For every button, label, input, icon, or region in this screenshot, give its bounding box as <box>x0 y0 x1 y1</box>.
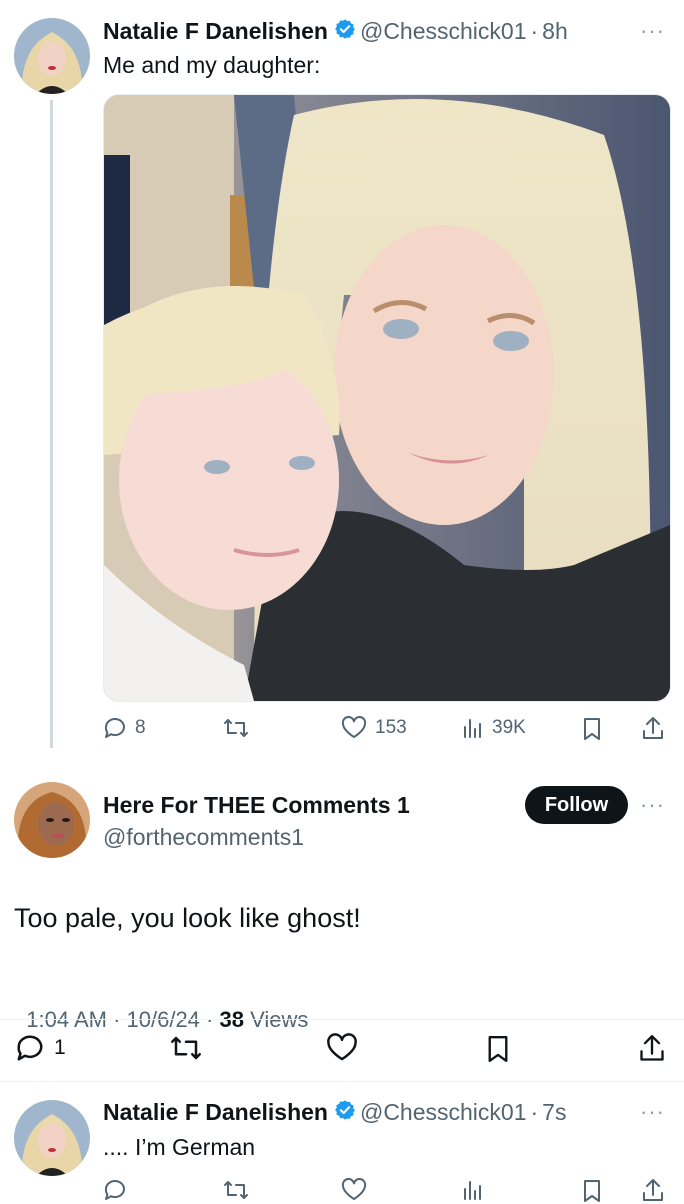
tweet2-share-button[interactable] <box>641 1178 665 1204</box>
reply-handle[interactable]: @forthecomments1 <box>103 824 304 851</box>
reply-retweet-button[interactable] <box>168 1033 204 1063</box>
reply-meta: 1:04 AM · 10/6/24 · 38 Views <box>14 981 308 1033</box>
reply-reply-count: 1 <box>54 1036 66 1059</box>
retweet-icon <box>171 1036 201 1060</box>
tweet2-time-separator: · <box>530 1098 539 1125</box>
heart-icon <box>341 1178 367 1200</box>
tweet2-reply-button[interactable] <box>103 1178 127 1202</box>
retweet-icon <box>224 1181 248 1199</box>
tweet2-views-button[interactable] <box>462 1178 484 1202</box>
divider <box>0 1019 684 1020</box>
share-icon <box>643 1179 663 1201</box>
tweet1-timestamp[interactable]: 8h <box>542 18 568 45</box>
tweet2-text: .... I’m German <box>103 1134 256 1160</box>
tweet1-reply-count: 8 <box>135 717 146 738</box>
tweet1-like-button[interactable]: 153 <box>341 716 407 740</box>
reply-text: Too pale, you look like ghost! <box>14 903 361 933</box>
tweet1-views-button[interactable]: 39K <box>462 716 526 740</box>
verified-badge-icon <box>334 18 356 45</box>
share-icon <box>640 1034 664 1061</box>
reply-share-button[interactable] <box>638 1033 666 1065</box>
retweet-icon <box>224 719 248 737</box>
avatar-reply-user[interactable] <box>14 782 90 858</box>
tweet2-handle[interactable]: @Chesschick01 <box>360 1099 527 1126</box>
divider <box>0 1081 684 1082</box>
avatar-natalie[interactable] <box>14 1100 90 1176</box>
tweet2-header: Natalie F Danelishen @Chesschick01 · 7s <box>103 1097 566 1127</box>
reply-like-button[interactable] <box>326 1033 358 1063</box>
tweet1-header: Natalie F Danelishen @Chesschick01 · 8h <box>103 16 568 46</box>
bookmark-icon <box>584 718 600 740</box>
tweet1-handle[interactable]: @Chesschick01 <box>360 18 527 45</box>
reply-icon <box>17 1035 43 1061</box>
bookmark-icon <box>488 1036 508 1063</box>
reply-icon <box>104 1180 125 1200</box>
reply-icon <box>104 718 125 738</box>
tweet1-photo[interactable] <box>103 94 671 702</box>
views-chart-icon <box>464 1181 481 1200</box>
tweet1-reply-button[interactable]: 8 <box>103 716 146 740</box>
tweet2-timestamp[interactable]: 7s <box>542 1099 566 1126</box>
share-icon <box>643 717 663 739</box>
tweet1-bookmark-button[interactable] <box>581 716 603 742</box>
tweet1-text: Me and my daughter: <box>103 52 321 78</box>
views-chart-icon <box>464 719 481 738</box>
heart-icon <box>341 716 367 738</box>
follow-button[interactable]: Follow <box>525 786 628 824</box>
tweet1-author-name[interactable]: Natalie F Danelishen <box>103 18 328 45</box>
tweet2-more-icon[interactable]: ··· <box>640 1099 665 1125</box>
reply-more-icon[interactable]: ··· <box>640 792 665 818</box>
bookmark-icon <box>584 1180 600 1202</box>
thread-line <box>50 100 53 748</box>
reply-bookmark-button[interactable] <box>485 1033 511 1065</box>
tweet1-share-button[interactable] <box>641 716 665 742</box>
avatar-natalie[interactable] <box>14 18 90 94</box>
heart-icon <box>327 1033 357 1061</box>
tweet1-retweet-button[interactable] <box>222 716 250 740</box>
tweet2-bookmark-button[interactable] <box>581 1178 603 1204</box>
tweet2-like-button[interactable] <box>341 1178 367 1202</box>
tweet1-like-count: 153 <box>375 717 407 738</box>
tweet2-retweet-button[interactable] <box>222 1178 250 1202</box>
tweet1-more-icon[interactable]: ··· <box>640 18 665 44</box>
tweet1-time-separator: · <box>530 17 539 44</box>
verified-badge-icon <box>334 1099 356 1126</box>
tweet1-views-count: 39K <box>492 717 526 738</box>
tweet2-author-name[interactable]: Natalie F Danelishen <box>103 1099 328 1126</box>
reply-reply-button[interactable]: 1 <box>14 1033 66 1063</box>
reply-author-name[interactable]: Here For THEE Comments 1 <box>103 792 410 819</box>
